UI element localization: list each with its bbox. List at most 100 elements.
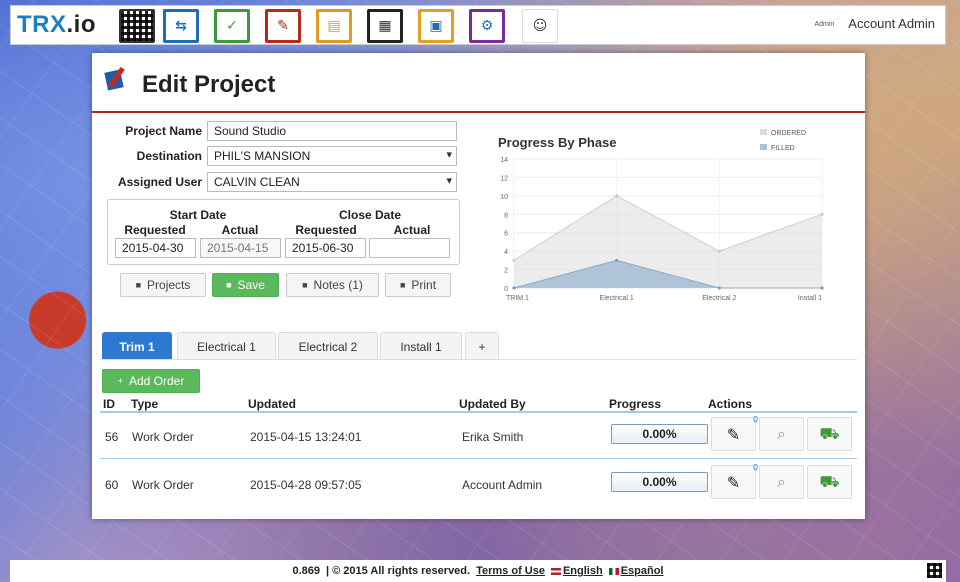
plus-icon: +	[117, 376, 123, 386]
table-row[interactable]: 56 Work Order 2015-04-15 13:24:01 Erika …	[92, 413, 865, 459]
tab-electrical-1[interactable]: Electrical 1	[177, 332, 276, 360]
truck-icon: ⛟	[819, 471, 840, 491]
espanol-link-label: Español	[620, 565, 664, 577]
order-progress: 0.00%	[611, 424, 708, 444]
edit-icon: ✎	[726, 472, 741, 492]
panel-header: Edit Project	[92, 53, 865, 113]
list-icon: ■	[135, 280, 142, 290]
edit-icon: ✎	[726, 424, 741, 444]
x-tick-label: Electrical 2	[702, 295, 736, 302]
print-button[interactable]: ■ Print	[385, 273, 451, 297]
order-badge: 0	[753, 463, 759, 472]
close-actual-label: Actual	[393, 223, 431, 237]
notes-button-label: Notes (1)	[313, 278, 363, 292]
reports-icon[interactable]: ▦	[367, 9, 403, 43]
order-updated-by: Erika Smith	[462, 430, 524, 444]
col-header-type: Type	[131, 397, 159, 411]
user-name: Account Admin	[848, 16, 935, 31]
terms-link[interactable]: Terms of Use	[476, 565, 545, 577]
add-tab-button[interactable]: +	[465, 332, 499, 360]
assigned-user-value: CALVIN CLEAN	[214, 175, 300, 189]
english-link[interactable]: English	[550, 565, 603, 577]
espanol-link[interactable]: Español	[608, 565, 664, 577]
order-updated-by: Account Admin	[462, 478, 543, 492]
settings-icon[interactable]: ⚙	[469, 9, 505, 43]
view-order-button[interactable]: ⌕	[759, 417, 804, 451]
col-header-progress: Progress	[609, 397, 662, 411]
legend-label: FILLED	[771, 145, 795, 152]
col-header-actions: Actions	[708, 397, 753, 411]
col-header-updated: Updated	[248, 397, 296, 411]
tab-electrical-2[interactable]: Electrical 2	[278, 332, 378, 360]
tab-trim-1[interactable]: Trim 1	[102, 332, 172, 360]
tab-install-1[interactable]: Install 1	[380, 332, 462, 360]
progress-chart: 0 2 4 6 8 10 12 14 TRIM 1 Electrical 1 Electrical …	[500, 129, 824, 302]
view-order-button[interactable]: ⌕	[759, 465, 804, 499]
order-type: Work Order	[132, 430, 194, 444]
y-tick-label: 8	[504, 212, 508, 219]
dates-group: Start Date Close Date Requested Actual R…	[107, 199, 460, 265]
account-menu[interactable]: Admin Account Admin	[814, 16, 935, 31]
ship-order-button[interactable]: ⛟	[807, 417, 852, 451]
close-date-label: Close Date	[338, 208, 402, 222]
edit-project-panel: Edit Project Project Name Sound Studio D…	[92, 53, 865, 519]
qr-code-icon[interactable]	[927, 563, 942, 578]
notes-button[interactable]: ■ Notes (1)	[286, 273, 379, 297]
save-button-label: Save	[237, 278, 265, 292]
y-tick-label: 14	[500, 157, 508, 164]
tab-divider	[100, 359, 857, 360]
start-date-label: Start Date	[169, 208, 227, 222]
legend-label: ORDERED	[771, 130, 806, 137]
top-nav-bar: TRX.io ⇆ ✓ ✎ ▤ ▦ ▣ ⚙ ☺ Admin Account Admi…	[10, 5, 946, 45]
y-tick-label: 12	[500, 175, 508, 182]
checklist-icon[interactable]: ✓	[214, 9, 250, 43]
data-point-ordered	[615, 194, 619, 198]
edit-order-button[interactable]: ✎	[711, 417, 756, 451]
orders-icon[interactable]: ▤	[316, 9, 352, 43]
order-type: Work Order	[132, 478, 194, 492]
table-row[interactable]: 60 Work Order 2015-04-28 09:57:05 Accoun…	[92, 461, 865, 507]
user-role: Admin	[814, 21, 835, 29]
qr-code-icon[interactable]	[119, 9, 155, 43]
start-requested-input[interactable]: 2015-04-30	[115, 238, 196, 258]
truck-icon: ⛟	[819, 423, 840, 443]
start-actual-input[interactable]: 2015-04-15	[200, 238, 281, 258]
edit-order-button[interactable]: ✎	[711, 465, 756, 499]
version-number: 0.869	[292, 565, 321, 577]
order-badge: 0	[753, 415, 759, 424]
assigned-user-label: Assigned User	[117, 175, 202, 189]
edit-project-icon[interactable]: ✎	[265, 9, 301, 43]
assigned-user-select[interactable]: CALVIN CLEAN	[207, 172, 457, 192]
project-name-label: Project Name	[125, 124, 202, 138]
magnifier-icon: ⌕	[777, 472, 786, 491]
mx-flag-icon	[608, 567, 619, 575]
start-actual-label: Actual	[221, 223, 259, 237]
close-actual-input[interactable]	[369, 238, 450, 258]
notes-icon: ■	[302, 280, 308, 290]
close-requested-label: Requested	[295, 223, 357, 237]
save-button[interactable]: ■ Save	[212, 273, 279, 297]
project-name-input[interactable]: Sound Studio	[207, 121, 457, 141]
projects-button[interactable]: ■ Projects	[120, 273, 206, 297]
order-progress: 0.00%	[611, 472, 708, 492]
destination-label: Destination	[136, 149, 202, 163]
page-title: Edit Project	[142, 71, 276, 98]
destination-select[interactable]: PHIL'S MANSION	[207, 146, 457, 166]
magnifier-icon: ⌕	[777, 424, 786, 443]
user-icon[interactable]: ☺	[522, 9, 558, 43]
save-icon: ■	[226, 280, 232, 290]
add-order-label: Add Order	[128, 374, 185, 388]
x-tick-label: Install 1	[798, 295, 822, 302]
close-requested-input[interactable]: 2015-06-30	[285, 238, 366, 258]
add-order-button[interactable]: + Add Order	[102, 369, 200, 393]
gallery-icon[interactable]: ▣	[418, 9, 454, 43]
col-header-updated-by: Updated By	[459, 397, 526, 411]
projects-button-label: Projects	[147, 278, 191, 292]
order-updated: 2015-04-15 13:24:01	[250, 430, 362, 444]
order-id: 56	[105, 430, 119, 444]
transfer-icon[interactable]: ⇆	[163, 9, 199, 43]
brand-logo[interactable]: TRX.io	[17, 11, 96, 39]
ship-order-button[interactable]: ⛟	[807, 465, 852, 499]
copyright-text: | © 2015 All rights reserved.	[326, 565, 471, 577]
start-requested-label: Requested	[124, 223, 186, 237]
